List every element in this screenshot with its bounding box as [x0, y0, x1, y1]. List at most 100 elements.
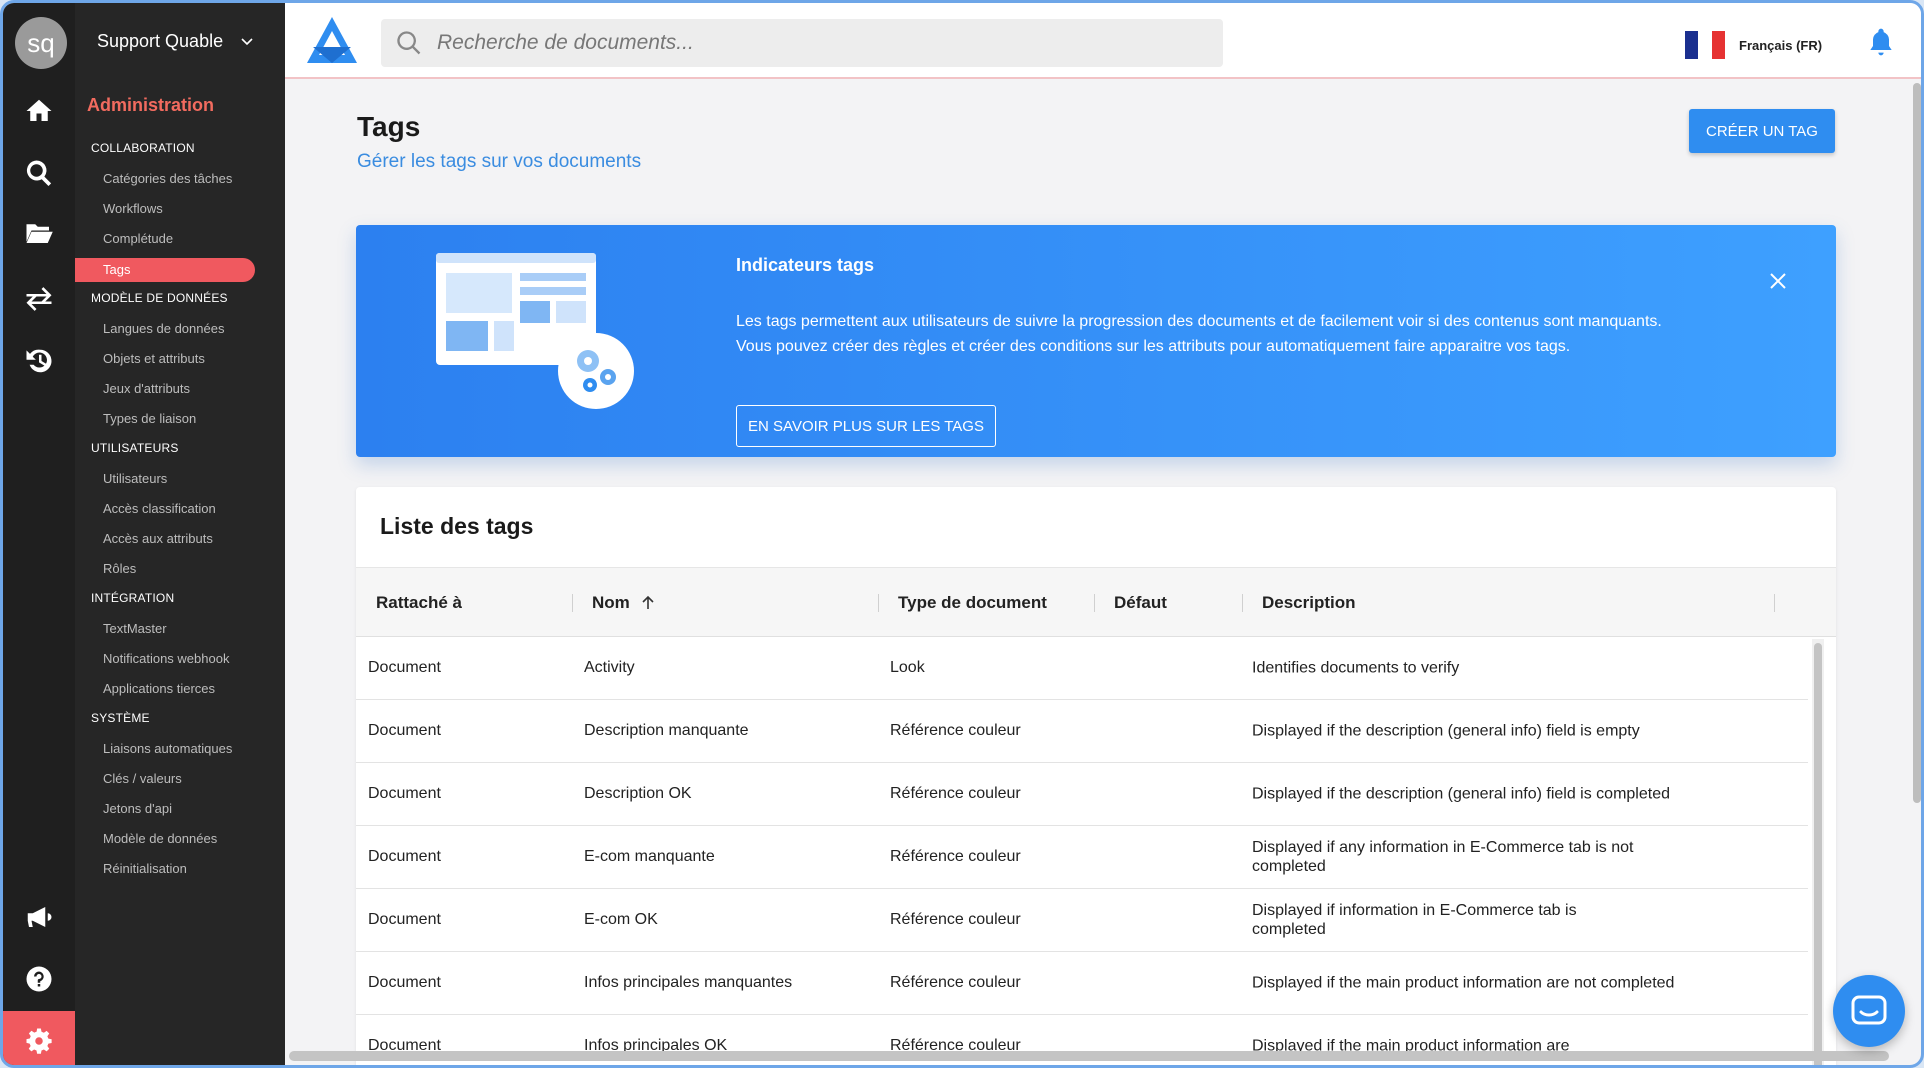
sidebar-item-attribute-sets[interactable]: Jeux d'attributs [103, 381, 190, 396]
dashboard-illustration [436, 253, 634, 409]
card-title: Liste des tags [380, 513, 534, 539]
table-row[interactable]: Document Description OK Référence couleu… [356, 763, 1808, 826]
cell-attached-to: Document [368, 911, 441, 928]
sidebar-item-auto-links[interactable]: Liaisons automatiques [103, 741, 232, 756]
cell-document-type: Référence couleur [890, 785, 1021, 802]
page-title: Tags [357, 111, 421, 142]
cell-description: Displayed if the main product informatio… [1252, 974, 1675, 992]
admin-sidebar: Support Quable Administration COLLABORAT… [75, 3, 285, 1065]
settings-icon[interactable] [3, 1011, 75, 1065]
table-scrollbar[interactable] [1812, 639, 1824, 1065]
column-divider [878, 594, 879, 612]
sidebar-item-attribute-access[interactable]: Accès aux attributs [103, 531, 213, 546]
sidebar-item-key-values[interactable]: Clés / valeurs [103, 771, 182, 786]
page-scrollbar[interactable] [1911, 83, 1921, 803]
language-selector[interactable]: Français (FR) [1685, 31, 1822, 59]
tags-list-card: Liste des tags Rattaché à Nom Type de do… [356, 487, 1836, 1065]
exchange-icon[interactable] [3, 269, 75, 329]
column-header-default[interactable]: Défaut [1114, 593, 1167, 613]
history-icon[interactable] [3, 331, 75, 391]
table-row[interactable]: Document E-com OK Référence couleur Disp… [356, 889, 1808, 952]
bell-icon[interactable] [1865, 25, 1897, 59]
column-divider [1094, 594, 1095, 612]
sidebar-item-api-tokens[interactable]: Jetons d'api [103, 801, 172, 816]
sidebar-item-data-languages[interactable]: Langues de données [103, 321, 224, 336]
cell-name: Infos principales manquantes [584, 974, 793, 991]
sidebar-item-roles[interactable]: Rôles [103, 561, 136, 576]
table-body: Document Activity Look Identifies docume… [356, 637, 1808, 1065]
column-divider [572, 594, 573, 612]
app-window: sq Support Quable Administration COLLABO… [0, 0, 1924, 1068]
table-row[interactable]: Document Description manquante Référence… [356, 700, 1808, 763]
sidebar-item-third-party-apps[interactable]: Applications tierces [103, 681, 215, 696]
search-input[interactable] [437, 31, 1197, 55]
sidebar-item-completude[interactable]: Complétude [103, 231, 173, 246]
column-divider [1774, 594, 1775, 612]
help-icon[interactable] [3, 949, 75, 1009]
banner-text: Les tags permettent aux utilisateurs de … [736, 313, 1662, 355]
cell-attached-to: Document [368, 848, 441, 865]
search-icon [397, 31, 421, 55]
icon-rail: sq [3, 3, 75, 1065]
sidebar-item-tags[interactable]: Tags [75, 258, 255, 282]
banner-title: Indicateurs tags [736, 255, 875, 275]
column-header-attached-to[interactable]: Rattaché à [376, 593, 462, 613]
cell-name: E-com manquante [584, 848, 715, 865]
cell-description: Displayed if the description (general in… [1252, 785, 1670, 803]
folder-open-icon[interactable] [3, 203, 75, 263]
avatar[interactable]: sq [15, 17, 67, 69]
cell-description: Displayed if the description (general in… [1252, 722, 1640, 740]
sidebar-item-webhook-notifications[interactable]: Notifications webhook [103, 651, 229, 666]
sidebar-item-categories[interactable]: Catégories des tâches [103, 171, 232, 186]
learn-more-button[interactable]: EN SAVOIR PLUS SUR LES TAGS [736, 405, 996, 447]
cell-name: Activity [584, 659, 635, 676]
app-logo[interactable] [305, 13, 359, 67]
sidebar-item-data-model[interactable]: Modèle de données [103, 831, 217, 846]
create-tag-button[interactable]: CRÉER UN TAG [1689, 109, 1835, 153]
account-name: Support Quable [97, 31, 224, 51]
sidebar-heading: Administration [87, 95, 215, 115]
horizontal-scrollbar[interactable] [289, 1051, 1893, 1063]
chat-launcher-button[interactable] [1833, 975, 1905, 1047]
search-icon[interactable] [3, 143, 75, 203]
sidebar-section-integration: INTÉGRATION [91, 591, 175, 605]
table-row[interactable]: Document E-com manquante Référence coule… [356, 826, 1808, 889]
info-banner: Indicateurs tags Les tags permettent aux… [356, 225, 1836, 457]
cell-name: Description OK [584, 785, 692, 802]
column-header-name[interactable]: Nom [592, 593, 656, 613]
search-bar[interactable] [381, 19, 1223, 67]
sidebar-item-users[interactable]: Utilisateurs [103, 471, 167, 486]
table-header: Rattaché à Nom Type de document Défaut D… [356, 567, 1836, 637]
cell-document-type: Look [890, 659, 925, 676]
france-flag-icon [1685, 31, 1725, 59]
sidebar-item-textmaster[interactable]: TextMaster [103, 621, 167, 636]
sidebar-section-users: UTILISATEURS [91, 441, 179, 455]
sort-ascending-icon [642, 595, 654, 609]
home-icon[interactable] [3, 81, 75, 141]
cell-document-type: Référence couleur [890, 848, 1021, 865]
chat-icon [1851, 995, 1887, 1025]
cell-name: E-com OK [584, 911, 658, 928]
cell-attached-to: Document [368, 974, 441, 991]
cell-document-type: Référence couleur [890, 722, 1021, 739]
sidebar-item-link-types[interactable]: Types de liaison [103, 411, 196, 426]
table-row[interactable]: Document Activity Look Identifies docume… [356, 637, 1808, 700]
cell-description: Identifies documents to verify [1252, 659, 1460, 677]
column-header-description[interactable]: Description [1262, 593, 1356, 613]
sidebar-item-reset[interactable]: Réinitialisation [103, 861, 187, 876]
main-content: Tags Gérer les tags sur vos documents CR… [285, 81, 1921, 1065]
sidebar-section-system: SYSTÈME [91, 711, 150, 725]
sidebar-item-classification-access[interactable]: Accès classification [103, 501, 216, 516]
close-icon[interactable] [1766, 269, 1790, 293]
column-header-document-type[interactable]: Type de document [898, 593, 1047, 613]
megaphone-icon[interactable] [3, 887, 75, 947]
account-switcher[interactable]: Support Quable [97, 31, 253, 52]
cell-attached-to: Document [368, 659, 441, 676]
cell-description: Displayed if any information in E-Commer… [1252, 839, 1634, 875]
sidebar-item-workflows[interactable]: Workflows [103, 201, 163, 216]
sidebar-section-data-model: MODÈLE DE DONNÉES [91, 291, 228, 305]
sidebar-item-objects-attributes[interactable]: Objets et attributs [103, 351, 205, 366]
top-bar: Français (FR) [285, 3, 1921, 79]
cell-document-type: Référence couleur [890, 911, 1021, 928]
table-row[interactable]: Document Infos principales manquantes Ré… [356, 952, 1808, 1015]
